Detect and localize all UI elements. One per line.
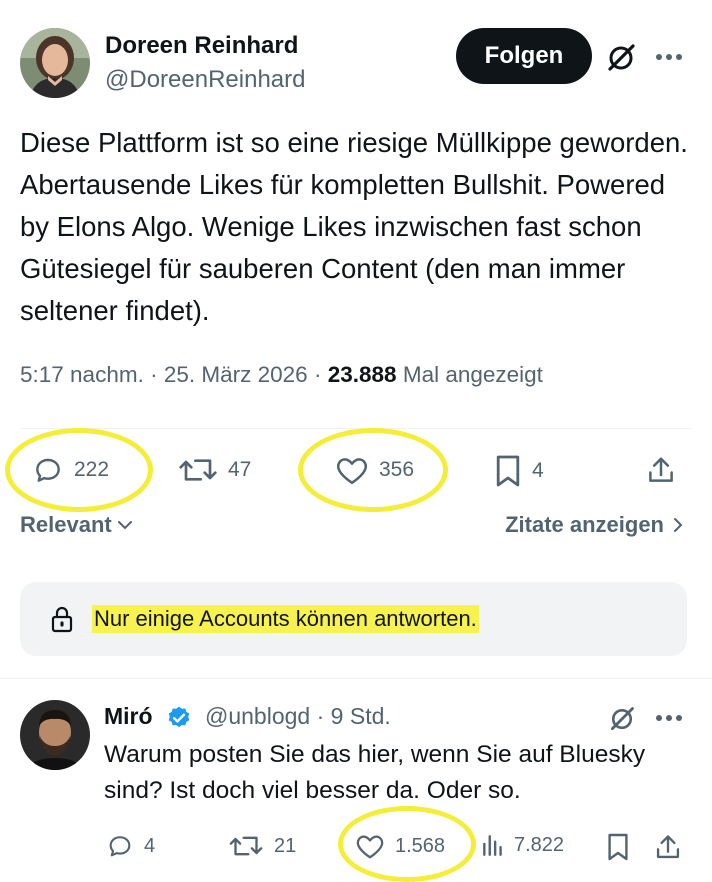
post-date[interactable]: 25. März 2026 [164,362,308,387]
bookmark-icon [496,455,520,487]
reply-like-button[interactable]: 1.568 [355,832,445,860]
more-options-icon[interactable] [652,706,686,730]
chevron-right-icon [674,518,683,532]
reply-meta: @unblogd · 9 Std. [205,703,391,730]
author-avatar[interactable] [20,28,90,98]
follow-button[interactable]: Folgen [456,28,592,84]
share-icon [656,835,680,859]
sort-label: Relevant [20,512,112,537]
grok-icon[interactable] [603,40,639,76]
heart-icon [336,458,368,485]
view-count-label: Mal angezeigt [402,362,543,387]
repost-count: 47 [228,458,252,481]
reply-views-button[interactable]: 7.822 [480,832,564,858]
reply-author-name[interactable]: Miró [104,703,153,730]
reply-button[interactable]: 222 [32,454,109,486]
bookmark-count: 4 [532,459,544,482]
restriction-text: Nur einige Accounts können antworten. [92,605,479,633]
view-count: 23.888 [327,362,397,387]
reply-icon [109,836,131,857]
lock-icon [51,606,73,633]
meta-separator: · [316,703,325,729]
meta-separator: · [313,362,322,387]
post-time[interactable]: 5:17 nachm. [20,362,144,387]
reply-repost-button[interactable]: 21 [228,832,296,860]
reply-reply-count: 4 [144,834,156,857]
bookmark-button[interactable]: 4 [494,454,544,488]
more-options-icon[interactable] [652,44,686,70]
sort-dropdown[interactable]: Relevant [20,512,134,538]
quotes-label: Zitate anzeigen [505,512,664,537]
author-handle[interactable]: @DoreenReinhard [105,66,305,94]
verified-badge-icon [166,705,192,736]
share-icon [649,457,673,482]
reply-icon [36,458,60,482]
show-quotes-link[interactable]: Zitate anzeigen [505,512,684,538]
reply-like-count: 1.568 [395,834,446,857]
reply-repost-count: 21 [274,834,297,857]
post-text: Diese Plattform ist so eine riesige Müll… [20,127,688,326]
reply-bookmark-button[interactable] [606,832,630,862]
bookmark-icon [608,833,628,861]
views-chart-icon [483,835,502,856]
post-meta: 5:17 nachm. · 25. März 2026 · 23.888 Mal… [20,362,543,388]
share-button[interactable] [646,454,676,486]
like-count: 356 [379,458,415,481]
divider [20,428,692,429]
author-name[interactable]: Doreen Reinhard [105,32,298,60]
divider [0,678,712,679]
reply-share-button[interactable] [654,832,682,862]
reply-age[interactable]: 9 Std. [331,703,391,729]
reply-author-handle[interactable]: @unblogd [205,703,310,729]
meta-separator: · [150,362,158,387]
like-button[interactable]: 356 [335,454,414,486]
reply-text: Warum posten Sie das hier, wenn Sie auf … [104,741,646,804]
repost-button[interactable]: 47 [178,454,251,486]
chevron-down-icon [117,521,132,530]
repost-icon [179,459,217,481]
reply-count: 222 [74,458,110,481]
grok-icon[interactable] [606,704,638,734]
repost-icon [229,836,263,856]
reply-avatar[interactable] [20,700,90,770]
reply-restriction-notice: Nur einige Accounts können antworten. [20,582,687,656]
reply-view-count: 7.822 [514,833,565,856]
heart-icon [356,835,384,859]
reply-reply-button[interactable]: 4 [106,832,155,860]
